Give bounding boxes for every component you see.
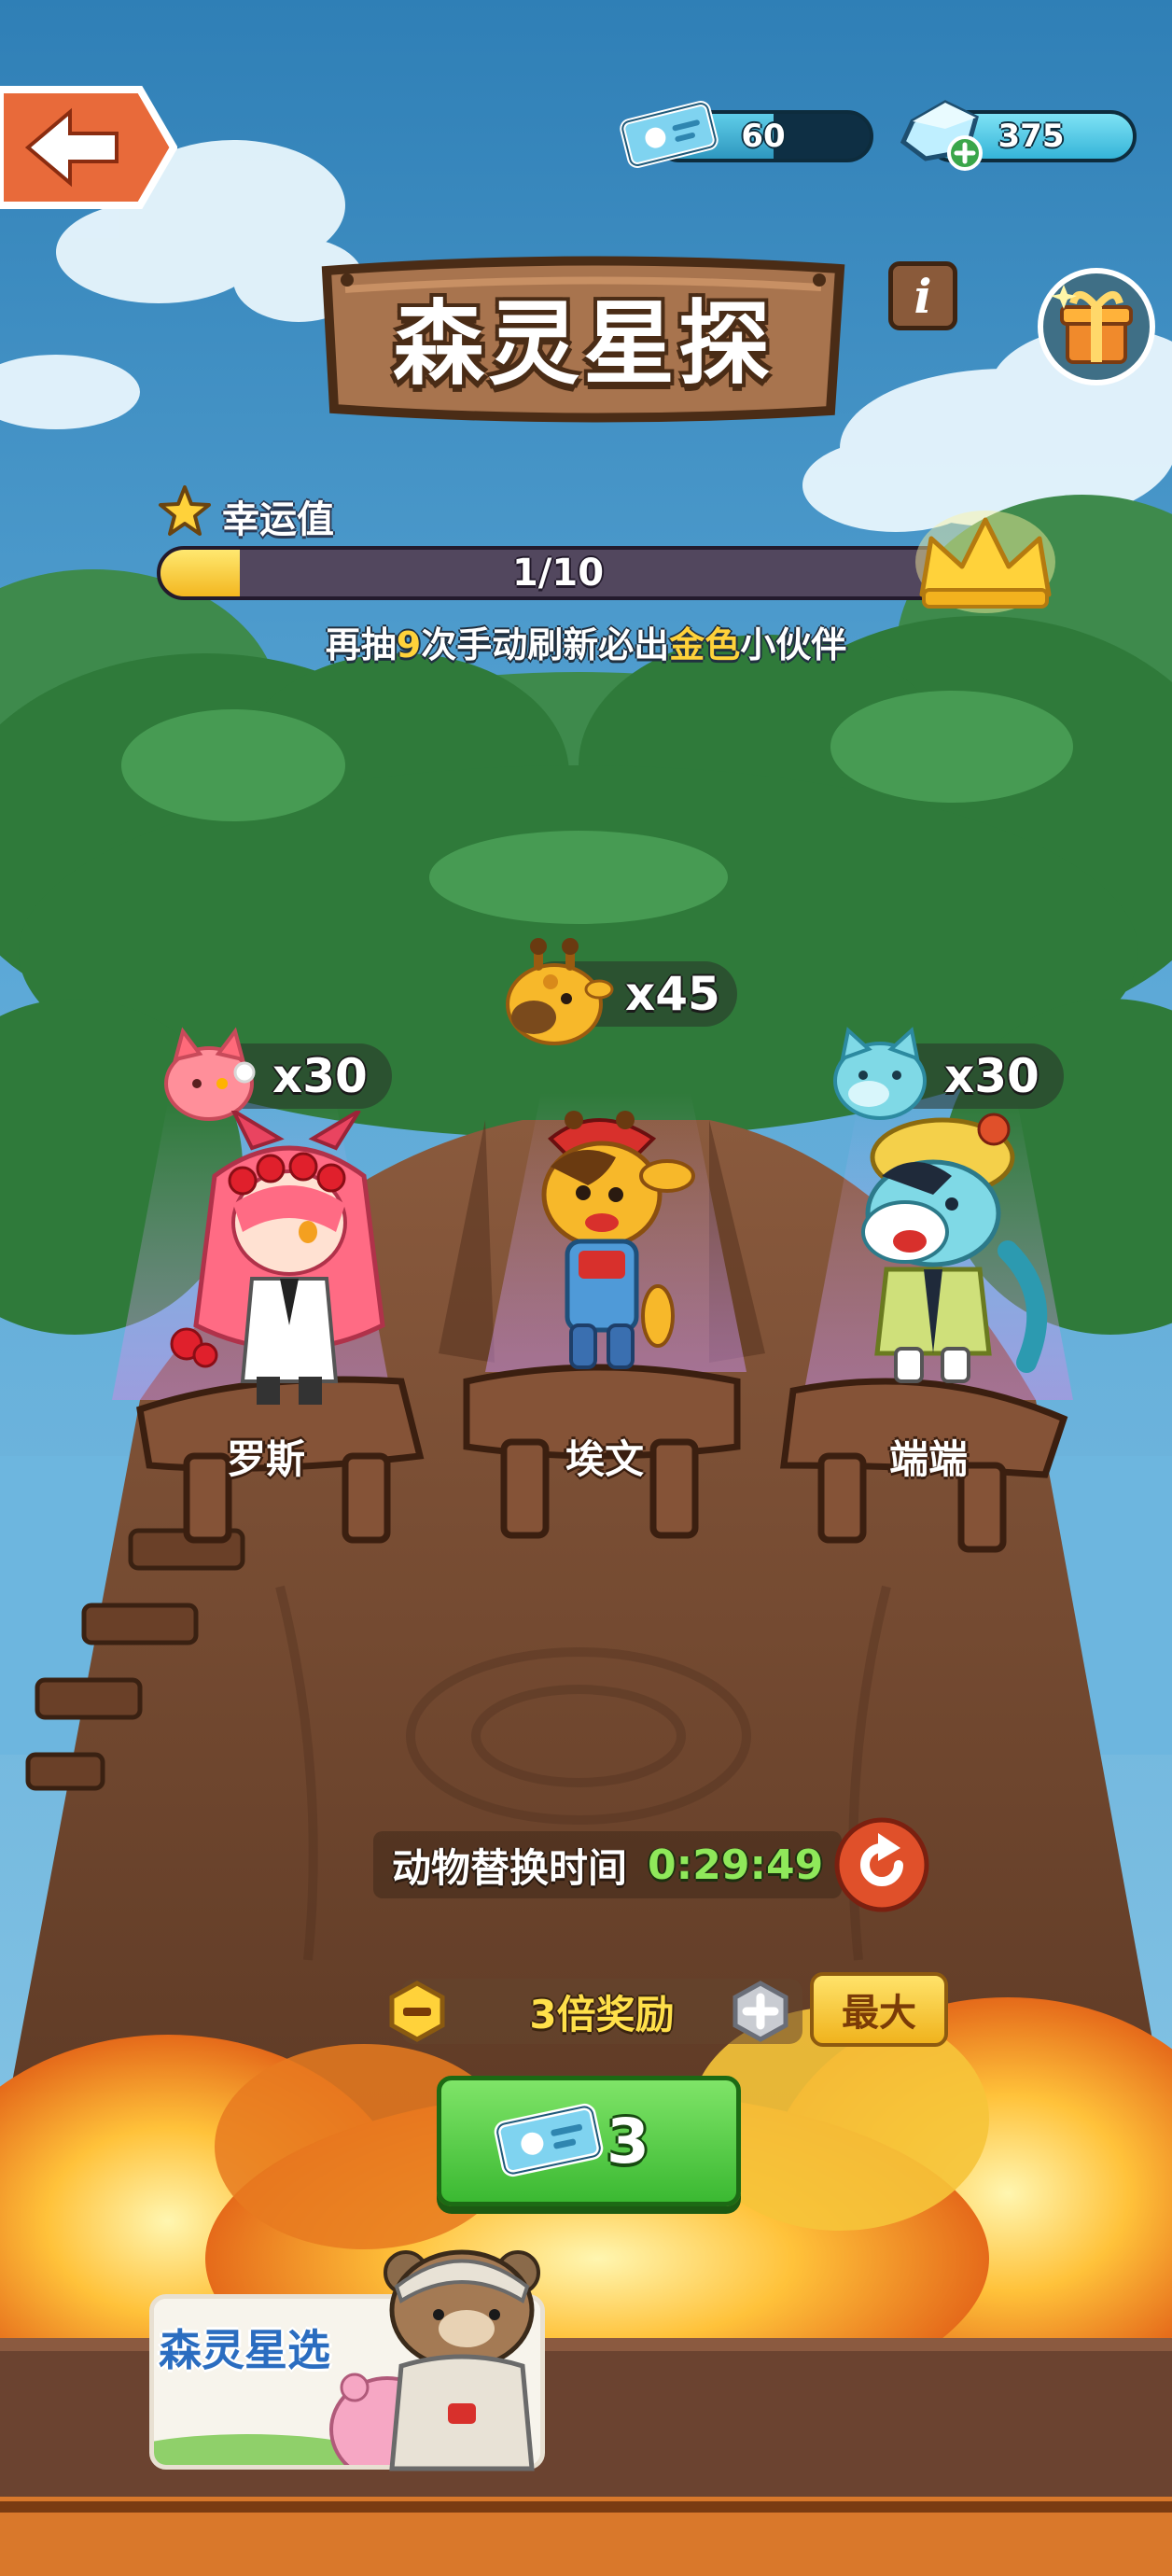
draw-cost: 3	[607, 2105, 649, 2177]
luck-hint-suffix: 小伙伴	[740, 624, 847, 665]
companion-2-reward-count: x45	[625, 967, 720, 1021]
ticket-icon	[620, 101, 719, 168]
page-title: 森灵星探	[392, 291, 774, 398]
companion-3-character[interactable]	[821, 1111, 1064, 1391]
info-icon: i	[914, 268, 932, 324]
star-icon	[159, 485, 211, 536]
refresh-button[interactable]	[833, 1816, 930, 1913]
info-button[interactable]: i	[888, 261, 957, 330]
luck-hint: 再抽9次手动刷新必出金色小伙伴	[0, 616, 1172, 667]
timer-value: 0:29:49	[648, 1841, 824, 1889]
companion-1-reward-count: x30	[272, 1049, 368, 1103]
luck-label: 幸运值	[222, 498, 334, 541]
luck-count: 1/10	[511, 552, 605, 595]
increase-multiplier-button[interactable]	[730, 1981, 791, 2042]
luck-hint-middle: 次手动刷新必出	[421, 624, 670, 665]
bear-character	[384, 2249, 540, 2471]
luck-hint-highlight: 金色	[669, 624, 741, 665]
companion-1-name: 罗斯	[226, 1436, 305, 1482]
companion-3-name: 端端	[888, 1436, 968, 1482]
companion-2-character[interactable]	[495, 1101, 709, 1381]
gift-box-button[interactable]	[1036, 266, 1157, 387]
luck-progress-bar: 1/10	[157, 546, 959, 600]
companion-1-character[interactable]	[149, 1111, 429, 1409]
luck-hint-prefix: 再抽	[325, 624, 397, 665]
draw-ticket-icon	[494, 2103, 604, 2177]
side-card-label: 森灵星选	[159, 2325, 330, 2375]
luck-hint-number: 9	[396, 624, 422, 665]
giraffe-token-icon	[506, 938, 614, 1045]
back-button[interactable]	[0, 82, 177, 213]
replace-timer: 动物替换时间 0:29:49	[373, 1831, 843, 1898]
gem-icon[interactable]	[894, 93, 987, 177]
companion-2-name: 埃文	[565, 1436, 644, 1482]
max-multiplier-button[interactable]: 最大	[810, 1972, 948, 2047]
crown-icon	[915, 511, 1055, 613]
timer-label: 动物替换时间	[392, 1844, 628, 1891]
companion-3-reward-count: x30	[944, 1049, 1039, 1103]
